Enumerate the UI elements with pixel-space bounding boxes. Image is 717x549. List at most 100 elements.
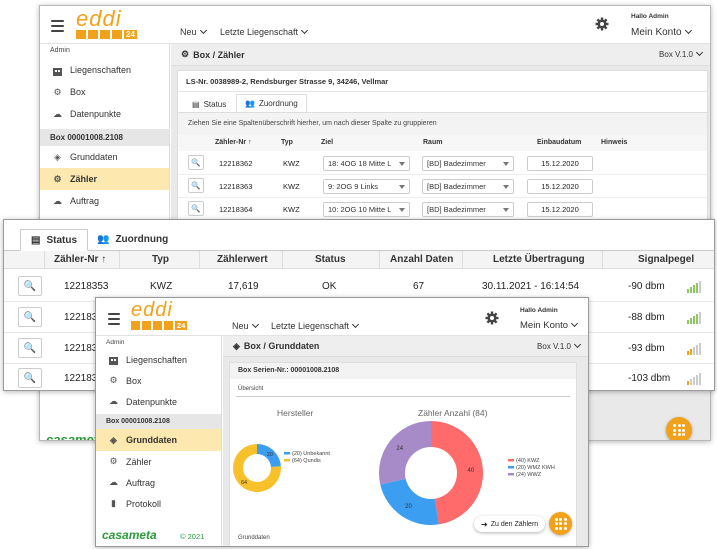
signal-icon xyxy=(687,310,701,324)
cube-icon: ◈ xyxy=(54,151,61,162)
sidebar-item-datenpunkte[interactable]: ☁ Datenpunkte xyxy=(96,391,221,412)
nav-last-property[interactable]: Letzte Liegenschaft xyxy=(271,320,360,331)
chart-zaehler-title: Zähler Anzahl (84) xyxy=(418,408,488,418)
legend-swatch xyxy=(508,459,514,462)
cogs-icon: ⚙ xyxy=(109,375,118,385)
gear-icon[interactable] xyxy=(485,311,499,330)
greeting: Hallo Admin xyxy=(631,13,669,20)
cloud-upload-icon: ☁ xyxy=(53,195,62,206)
tab-zuordnung[interactable]: 👥 Zuordnung xyxy=(236,94,307,112)
eddi-logo[interactable]: eddi 24 xyxy=(131,300,188,330)
sidebar-item-protokoll[interactable]: ▮ Protokoll xyxy=(96,493,221,514)
col-status[interactable]: Status xyxy=(315,254,346,265)
data-label: 20 xyxy=(267,452,273,458)
file-icon: ▮ xyxy=(111,498,116,508)
col-zaehlerwert[interactable]: Zählerwert xyxy=(217,254,268,265)
col-ziel[interactable]: Ziel xyxy=(321,139,333,146)
col-raum[interactable]: Raum xyxy=(423,139,442,146)
data-label: 40 xyxy=(468,468,475,474)
sidebar-item-liegenschaften[interactable]: Liegenschaften xyxy=(40,59,169,81)
pie-slice[interactable] xyxy=(379,421,431,485)
col-hinweis[interactable]: Hinweis xyxy=(601,139,627,146)
col-letzte-uebertragung[interactable]: Letzte Übertragung xyxy=(493,254,585,265)
grid-header: Zähler-Nr ↑ Typ Ziel Raum Einbaudatum Hi… xyxy=(178,135,707,151)
search-button[interactable]: 🔍 xyxy=(188,155,204,170)
group-hint: Ziehen Sie eine Spaltenüberschrift hierh… xyxy=(178,113,707,135)
cloud-upload-icon: ☁ xyxy=(109,396,118,406)
nav-last-property[interactable]: Letzte Liegenschaft xyxy=(220,26,309,37)
sidebar-item-liegenschaften[interactable]: Liegenschaften xyxy=(96,349,221,370)
tab-zuordnung[interactable]: 👥 Zuordnung xyxy=(97,234,168,245)
pie-slice[interactable] xyxy=(431,421,484,525)
pie-slice[interactable] xyxy=(380,478,439,525)
sidebar-item-auftrag[interactable]: ☁ Auftrag xyxy=(96,472,221,493)
legend-swatch xyxy=(508,466,514,469)
front-main: ◈ Box / Grunddaten Box V.1.0 Box Serien-Nr… xyxy=(223,336,588,546)
col-zaehler-nr[interactable]: Zähler-Nr ↑ xyxy=(54,254,106,265)
menu-icon[interactable] xyxy=(108,310,120,328)
sidebar-item-zaehler[interactable]: ⚙ Zähler xyxy=(96,451,221,472)
nav-new[interactable]: Neu xyxy=(180,26,207,37)
search-button[interactable]: 🔍 xyxy=(18,307,42,327)
sidebar-item-grunddaten[interactable]: ◈ Grunddaten xyxy=(40,146,169,168)
building-icon xyxy=(52,65,63,76)
signal-icon xyxy=(687,341,701,355)
account-menu[interactable]: Mein Konto xyxy=(520,319,579,331)
version-select[interactable]: Box V.1.0 xyxy=(537,340,582,351)
sidebar-item-box[interactable]: ⚙ Box xyxy=(40,81,169,103)
greeting: Hallo Admin xyxy=(520,307,558,314)
menu-icon[interactable] xyxy=(51,17,64,35)
einbaudatum-input[interactable]: 15.12.2020 xyxy=(527,156,593,171)
signal-icon xyxy=(687,371,701,385)
nav-new[interactable]: Neu xyxy=(232,320,259,331)
einbaudatum-input[interactable]: 15.12.2020 xyxy=(527,179,593,194)
casameta-logo: casameta xyxy=(102,528,157,542)
col-einbaudatum[interactable]: Einbaudatum xyxy=(537,139,581,146)
search-button[interactable]: 🔍 xyxy=(18,368,42,388)
einbaudatum-input[interactable]: 15.12.2020 xyxy=(527,202,593,217)
data-label: 24 xyxy=(396,446,403,452)
col-typ[interactable]: Typ xyxy=(152,254,169,265)
data-label: 64 xyxy=(241,480,247,486)
sidebar-item-auftrag[interactable]: ☁ Auftrag xyxy=(40,190,169,212)
front-header: eddi 24 Neu Letzte Liegenschaft Hallo Ad… xyxy=(96,298,588,336)
raum-select[interactable]: [BD] Badezimmer xyxy=(422,156,514,171)
cube-icon: ◈ xyxy=(233,340,240,351)
search-button[interactable]: 🔍 xyxy=(188,178,204,193)
table-row: 🔍 12218363 KWZ 9: 2OG 9 Links [BD] Badez… xyxy=(178,175,707,198)
tab-status[interactable]: ▤ Status xyxy=(20,229,89,251)
back-header: eddi 24 Neu Letzte Liegenschaft Hallo Ad… xyxy=(40,6,710,44)
col-anzahl-daten[interactable]: Anzahl Daten xyxy=(390,254,453,265)
cogs-icon: ⚙ xyxy=(181,49,190,59)
sidebar-item-zaehler[interactable]: ⚙ Zähler xyxy=(40,168,169,190)
col-signalpegel[interactable]: Signalpegel xyxy=(638,254,694,265)
raum-select[interactable]: [BD] Badezimmer xyxy=(422,179,514,194)
legend-label: (20) Unbekannt xyxy=(292,451,330,457)
version-select[interactable]: Box V.1.0 xyxy=(659,48,704,59)
tab-status[interactable]: ▤ Status xyxy=(192,100,226,109)
front-sidebar: Admin Liegenschaften ⚙ Box ☁ Datenpunkte B… xyxy=(96,336,222,546)
gear-icon[interactable] xyxy=(595,17,609,36)
search-button[interactable]: 🔍 xyxy=(18,276,42,296)
building-icon xyxy=(108,354,119,365)
search-button[interactable]: 🔍 xyxy=(188,201,204,216)
sidebar-item-box[interactable]: ⚙ Box xyxy=(96,370,221,391)
search-button[interactable]: 🔍 xyxy=(18,338,42,358)
copyright: © 2021 xyxy=(180,532,205,541)
sidebar-item-grunddaten[interactable]: ◈ Grunddaten xyxy=(96,429,221,451)
fab-menu-button[interactable] xyxy=(666,417,692,440)
ziel-select[interactable]: 10: 2OG 10 Mitte L xyxy=(323,202,410,217)
eddi-logo[interactable]: eddi 24 xyxy=(76,8,137,39)
cloud-upload-icon: ☁ xyxy=(109,477,118,487)
raum-select[interactable]: [BD] Badezimmer xyxy=(422,202,514,217)
col-zaehler-nr[interactable]: Zähler-Nr ↑ xyxy=(215,139,252,146)
to-counters-button[interactable]: ➔ Zu den Zählern xyxy=(474,516,546,532)
ziel-select[interactable]: 9: 2OG 9 Links xyxy=(323,179,410,194)
ziel-select[interactable]: 18: 4OG 18 Mitte L xyxy=(323,156,410,171)
account-menu[interactable]: Mein Konto xyxy=(631,26,692,38)
col-typ[interactable]: Typ xyxy=(281,139,293,146)
table-row: 🔍 12218362 KWZ 18: 4OG 18 Mitte L [BD] B… xyxy=(178,152,707,175)
fab-menu-button[interactable] xyxy=(549,512,572,535)
sidebar-item-datenpunkte[interactable]: ☁ Datenpunkte xyxy=(40,103,169,125)
grid-icon xyxy=(673,424,685,436)
